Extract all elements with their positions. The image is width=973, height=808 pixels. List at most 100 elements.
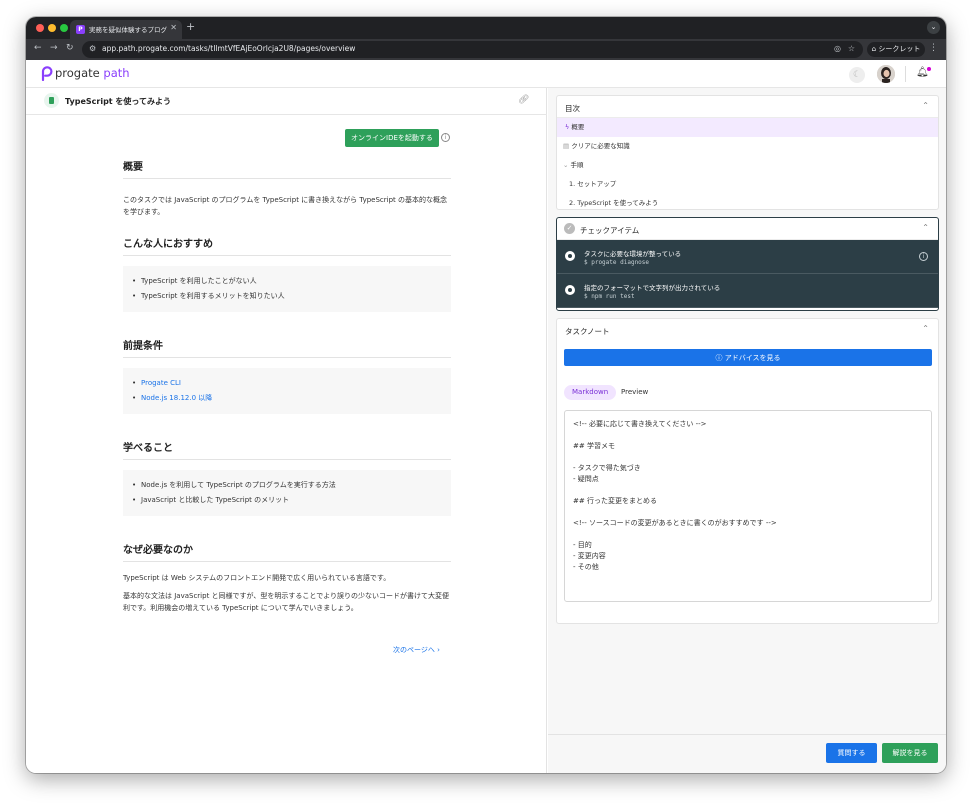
list-item: TypeScript を利用するメリットを知りたい人 <box>131 289 441 304</box>
toc-item-label: クリアに必要な知識 <box>571 142 630 150</box>
favicon-icon: P <box>76 25 85 34</box>
chevron-down-icon: ⌄ <box>563 161 571 169</box>
toc-item-label: 2. TypeScript を使ってみよう <box>569 199 659 207</box>
check-item[interactable]: タスクに必要な環境が整っている $ progate diagnose i <box>557 240 938 274</box>
info-icon[interactable]: i <box>919 252 928 261</box>
toc-item-knowledge[interactable]: ▤ クリアに必要な知識 <box>557 137 938 156</box>
toc-item-setup[interactable]: 1. セットアップ <box>557 175 938 194</box>
check-item-command: $ npm run test <box>584 293 635 300</box>
new-tab-icon[interactable]: + <box>186 20 195 33</box>
check-item-label: タスクに必要な環境が整っている <box>584 250 682 258</box>
logo-word-progate: progate <box>55 66 100 80</box>
status-circle-icon <box>565 251 575 261</box>
note-editor[interactable]: <!-- 必要に応じて書き換えてください --> ## 学習メモ - タスクで得… <box>564 410 932 602</box>
why-text-2: 基本的な文法は JavaScript と同様ですが、型を明示することでより誤りの… <box>123 592 450 612</box>
toc-title: 目次 <box>565 104 580 113</box>
avatar-image <box>877 65 895 83</box>
toc-item-overview[interactable]: ϟ 概要 <box>557 118 938 137</box>
learn-heading: 学べること <box>123 439 451 460</box>
why-text-1: TypeScript は Web システムのフロントエンド開発で広く用いられてい… <box>123 574 391 582</box>
list-item: JavaScript と比較した TypeScript のメリット <box>131 493 441 508</box>
learn-list: Node.js を利用して TypeScript のプログラムを実行する方法 J… <box>123 470 451 516</box>
address-bar[interactable]: ⚙ app.path.progate.com/tasks/tIlmtVfEAjE… <box>82 41 863 58</box>
check-items-header[interactable]: ✓ チェックアイテム ⌃ <box>557 218 938 240</box>
toc-card: 目次 ⌃ ϟ 概要 ▤ クリアに必要な知識 ⌄ 手順 1. セットアップ 2. … <box>556 95 939 210</box>
check-icon: ✓ <box>564 223 575 234</box>
task-title: TypeScript を使ってみよう <box>65 97 172 106</box>
list-item: Node.js を利用して TypeScript のプログラムを実行する方法 <box>131 478 441 493</box>
maximize-window-button[interactable] <box>60 24 68 32</box>
prereq-list: Progate CLI Node.js 18.12.0 以降 <box>123 368 451 414</box>
recommend-list: TypeScript を利用したことがない人 TypeScript を利用するメ… <box>123 266 451 312</box>
browser-tab[interactable]: P 実務を疑似体験するプログラミ... ✕ <box>70 20 182 39</box>
app-header: progate path ☾ 🔔︎ <box>26 60 946 88</box>
check-item[interactable]: 指定のフォーマットで文字列が出力されている $ npm run test <box>557 274 938 308</box>
task-header: TypeScript を使ってみよう 🔗︎ <box>26 88 547 115</box>
editor-line: - 変更内容 <box>573 552 606 560</box>
editor-line: <!-- 必要に応じて書き換えてください --> <box>573 420 707 428</box>
view-answer-button[interactable]: 解説を見る <box>882 743 938 763</box>
chevron-up-icon[interactable]: ⌃ <box>922 101 929 110</box>
close-tab-icon[interactable]: ✕ <box>170 23 177 32</box>
check-item-command: $ progate diagnose <box>584 259 650 266</box>
close-window-button[interactable] <box>36 24 44 32</box>
info-icon[interactable]: i <box>441 133 450 142</box>
progate-logo-icon[interactable] <box>40 66 53 81</box>
title-bar: P 実務を疑似体験するプログラミ... ✕ + ⌄ <box>26 17 946 39</box>
footer-divider <box>548 734 946 735</box>
status-circle-icon <box>565 285 575 295</box>
incognito-label: シークレット <box>878 45 921 53</box>
ask-question-button[interactable]: 質問する <box>826 743 877 763</box>
why-heading: なぜ必要なのか <box>123 541 451 562</box>
nodejs-link[interactable]: Node.js 18.12.0 以降 <box>131 391 441 406</box>
logo-text[interactable]: progate path <box>55 66 130 80</box>
info-icon: ⓘ <box>715 353 725 362</box>
editor-line: - その他 <box>573 563 599 571</box>
minimize-window-button[interactable] <box>48 24 56 32</box>
star-icon[interactable]: ☆ <box>848 44 855 53</box>
incognito-badge[interactable]: ⌂ シークレット <box>867 42 925 57</box>
task-notes-title: タスクノート <box>565 327 610 336</box>
editor-line: - 目的 <box>573 541 592 549</box>
chevron-right-icon: › <box>437 646 440 654</box>
more-icon[interactable]: ⋮ <box>929 43 938 53</box>
back-icon[interactable]: ← <box>34 43 42 53</box>
toc-item-label: 概要 <box>571 123 585 131</box>
toc-header[interactable]: 目次 ⌃ <box>557 96 938 118</box>
reload-icon[interactable]: ↻ <box>66 43 74 53</box>
tab-preview[interactable]: Preview <box>613 385 656 400</box>
progate-cli-link[interactable]: Progate CLI <box>131 376 441 391</box>
editor-line: <!-- ソースコードの変更があるときに書くのがおすすめです --> <box>573 519 777 527</box>
tab-search-icon[interactable]: ⌄ <box>927 21 940 34</box>
launch-ide-button[interactable]: オンラインIDEを起動する <box>345 129 439 147</box>
chevron-up-icon[interactable]: ⌃ <box>922 324 929 333</box>
avatar[interactable] <box>877 65 895 83</box>
site-info-icon[interactable]: ⚙ <box>89 44 96 53</box>
toc-item-try-typescript[interactable]: 2. TypeScript を使ってみよう <box>557 194 938 209</box>
next-page-link[interactable]: 次のページへ › <box>393 645 440 655</box>
task-notes-header[interactable]: タスクノート ⌃ <box>557 319 938 341</box>
url-text: app.path.progate.com/tasks/tIlmtVfEAjEoO… <box>102 44 356 53</box>
advice-button-label: アドバイスを見る <box>724 353 781 362</box>
tab-title: 実務を疑似体験するプログラミ... <box>89 26 167 34</box>
overview-text: このタスクでは JavaScript のプログラムを TypeScript に書… <box>123 196 447 216</box>
forward-icon[interactable]: → <box>50 43 58 53</box>
side-panel: 目次 ⌃ ϟ 概要 ▤ クリアに必要な知識 ⌄ 手順 1. セットアップ 2. … <box>548 88 946 773</box>
theme-toggle-icon[interactable]: ☾ <box>849 67 865 83</box>
toc-item-label: 手順 <box>570 161 584 169</box>
book-icon <box>44 93 59 108</box>
notification-dot <box>927 67 931 71</box>
editor-line: ## 行った変更をまとめる <box>573 497 657 505</box>
book-stack-icon: ▤ <box>563 142 572 150</box>
eye-off-icon[interactable]: ◎ <box>834 44 841 53</box>
check-items-title: チェックアイテム <box>580 226 640 235</box>
link-icon[interactable]: 🔗︎ <box>518 95 529 105</box>
toc-item-steps[interactable]: ⌄ 手順 <box>557 156 938 175</box>
task-document-pane: TypeScript を使ってみよう 🔗︎ オンラインIDEを起動する i 概要… <box>26 88 547 773</box>
chevron-up-icon[interactable]: ⌃ <box>922 223 929 232</box>
advice-button[interactable]: ⓘ アドバイスを見る <box>564 349 932 366</box>
tab-markdown[interactable]: Markdown <box>564 385 617 400</box>
